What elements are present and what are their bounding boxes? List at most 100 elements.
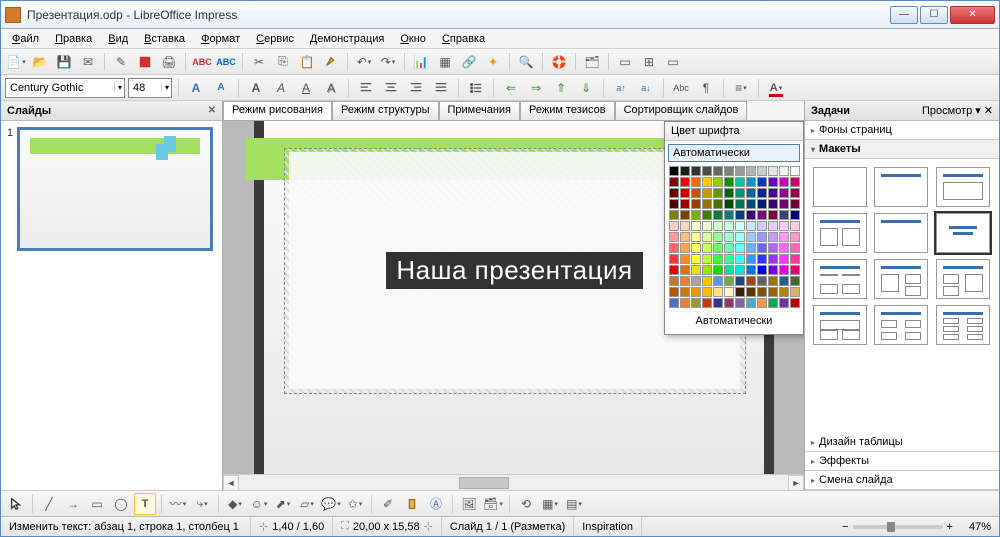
underline-button[interactable]: A: [295, 77, 317, 99]
color-swatch[interactable]: [713, 276, 723, 286]
line-spacing-button[interactable]: ≡▾: [730, 77, 752, 99]
color-swatch[interactable]: [702, 287, 712, 297]
color-swatch[interactable]: [669, 199, 679, 209]
decrease-font-button[interactable]: A: [210, 77, 232, 99]
color-swatch[interactable]: [669, 232, 679, 242]
table-button[interactable]: ▦: [434, 51, 456, 73]
superscript-button[interactable]: a↑: [610, 77, 632, 99]
demote-button[interactable]: ⇒: [525, 77, 547, 99]
tab-outline[interactable]: Режим структуры: [332, 101, 439, 120]
color-swatch[interactable]: [724, 298, 734, 308]
color-swatch[interactable]: [768, 166, 778, 176]
color-swatch[interactable]: [691, 298, 701, 308]
color-swatch[interactable]: [713, 188, 723, 198]
align-justify-button[interactable]: [430, 77, 452, 99]
color-swatch[interactable]: [724, 177, 734, 187]
color-swatch[interactable]: [669, 166, 679, 176]
print-button[interactable]: 🖨: [158, 51, 180, 73]
color-swatch[interactable]: [790, 166, 800, 176]
task-section-transition[interactable]: ▸Смена слайда: [805, 471, 999, 490]
color-swatch[interactable]: [768, 199, 778, 209]
curve-tool[interactable]: 〰▾: [167, 493, 189, 515]
guides-button[interactable]: ▭: [662, 51, 684, 73]
color-swatch[interactable]: [691, 199, 701, 209]
color-swatch[interactable]: [680, 265, 690, 275]
layout-two-left-right[interactable]: [936, 259, 990, 299]
color-swatch[interactable]: [746, 177, 756, 187]
align-center-button[interactable]: [380, 77, 402, 99]
align-tool[interactable]: ▦▾: [539, 493, 561, 515]
color-swatch[interactable]: [757, 199, 767, 209]
color-swatch[interactable]: [735, 276, 745, 286]
color-swatch[interactable]: [669, 254, 679, 264]
color-swatch[interactable]: [713, 243, 723, 253]
new-doc-button[interactable]: 📄▾: [5, 51, 27, 73]
close-button[interactable]: ✕: [950, 6, 995, 24]
color-swatch[interactable]: [735, 254, 745, 264]
color-swatch[interactable]: [790, 243, 800, 253]
grid-button[interactable]: ⊞: [638, 51, 660, 73]
flowchart-tool[interactable]: ▱▾: [296, 493, 318, 515]
color-swatch[interactable]: [724, 188, 734, 198]
color-swatch[interactable]: [713, 254, 723, 264]
color-swatch[interactable]: [757, 188, 767, 198]
color-swatch[interactable]: [746, 243, 756, 253]
color-swatch[interactable]: [768, 254, 778, 264]
color-swatch[interactable]: [757, 166, 767, 176]
color-swatch[interactable]: [768, 232, 778, 242]
autospell-button[interactable]: ABC: [215, 51, 237, 73]
color-swatch[interactable]: [724, 287, 734, 297]
increase-font-button[interactable]: A: [185, 77, 207, 99]
fontwork-tool[interactable]: Ⓐ: [425, 493, 447, 515]
color-swatch[interactable]: [680, 298, 690, 308]
clone-format-button[interactable]: [320, 51, 342, 73]
horizontal-scrollbar[interactable]: ◄ ►: [223, 474, 804, 490]
symbol-shapes-tool[interactable]: ☺▾: [248, 493, 270, 515]
color-swatch[interactable]: [669, 221, 679, 231]
tasks-view-menu[interactable]: Просмотр: [922, 105, 972, 117]
color-swatch[interactable]: [702, 243, 712, 253]
color-swatch[interactable]: [724, 210, 734, 220]
help-button[interactable]: 🛟: [548, 51, 570, 73]
scroll-left-button[interactable]: ◄: [223, 475, 239, 491]
tasks-panel-close-icon[interactable]: ✕: [984, 104, 993, 117]
callout-tool[interactable]: 💬▾: [320, 493, 342, 515]
color-swatch[interactable]: [669, 177, 679, 187]
color-swatch[interactable]: [702, 166, 712, 176]
basic-shapes-tool[interactable]: ◆▾: [224, 493, 246, 515]
menu-insert[interactable]: Вставка: [137, 31, 192, 47]
layout-blank[interactable]: [813, 167, 867, 207]
maximize-button[interactable]: ☐: [920, 6, 948, 24]
stars-tool[interactable]: ✩▾: [344, 493, 366, 515]
zoom-in-button[interactable]: +: [947, 521, 953, 533]
color-swatch[interactable]: [669, 188, 679, 198]
color-swatch[interactable]: [724, 166, 734, 176]
color-swatch[interactable]: [724, 265, 734, 275]
color-swatch[interactable]: [735, 265, 745, 275]
layout-2x2[interactable]: [813, 259, 867, 299]
export-pdf-button[interactable]: [134, 51, 156, 73]
color-swatch[interactable]: [680, 243, 690, 253]
color-swatch[interactable]: [713, 265, 723, 275]
color-swatch[interactable]: [735, 298, 745, 308]
tab-drawing[interactable]: Режим рисования: [223, 101, 332, 120]
color-swatch[interactable]: [702, 188, 712, 198]
color-swatch[interactable]: [702, 232, 712, 242]
zoom-button[interactable]: 🔍: [515, 51, 537, 73]
color-swatch[interactable]: [669, 265, 679, 275]
zoom-percent[interactable]: 47%: [961, 517, 999, 536]
color-swatch[interactable]: [779, 298, 789, 308]
edit-mode-button[interactable]: ✎: [110, 51, 132, 73]
color-swatch[interactable]: [757, 210, 767, 220]
color-swatch[interactable]: [779, 287, 789, 297]
color-swatch[interactable]: [680, 177, 690, 187]
color-swatch[interactable]: [735, 177, 745, 187]
color-swatch[interactable]: [680, 188, 690, 198]
slide-show-button[interactable]: ▭: [614, 51, 636, 73]
color-swatch[interactable]: [691, 232, 701, 242]
color-swatch[interactable]: [735, 232, 745, 242]
font-name-combo[interactable]: Century Gothic▾: [5, 78, 125, 98]
save-button[interactable]: 💾: [53, 51, 75, 73]
font-color-button[interactable]: A▾: [765, 77, 787, 99]
color-swatch[interactable]: [746, 210, 756, 220]
